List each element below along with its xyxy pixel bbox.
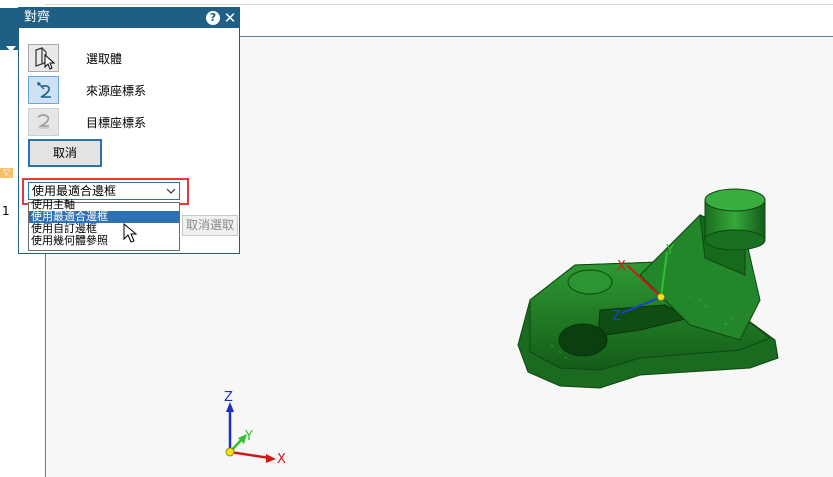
bounding-box-select-value: 使用最適合邊框 <box>32 184 117 198</box>
deselect-button[interactable]: 取消選取 <box>182 215 238 236</box>
triad-x-label: X <box>277 452 286 467</box>
dropdown-option[interactable]: 使用幾何體參照 <box>29 235 179 247</box>
triad-y-label: Y <box>244 429 253 444</box>
target-csys-button[interactable] <box>28 108 59 136</box>
mouse-cursor-icon <box>123 223 138 243</box>
model-axis-x-label: X <box>617 259 626 274</box>
source-csys-button[interactable] <box>28 76 59 104</box>
select-body-icon <box>35 47 56 70</box>
bounding-box-select[interactable]: 使用最適合邊框 <box>28 182 180 200</box>
model-axis-z-label: Z <box>612 309 621 324</box>
select-body-label: 選取體 <box>86 52 123 66</box>
dropdown-option[interactable]: 使用主軸 <box>29 199 179 211</box>
bounding-box-dropdown: 使用主軸 使用最適合邊框 使用自訂邊框 使用幾何體參照 <box>28 199 180 251</box>
align-dialog: 對齊 ? ✕ 選取體 來源座標系 目標座標系 取消 使用最適合邊框 使用主軸 使… <box>18 7 240 254</box>
help-icon[interactable]: ? <box>206 11 220 25</box>
cancel-button[interactable]: 取消 <box>28 139 102 167</box>
target-csys-icon <box>37 114 50 129</box>
close-icon[interactable]: ✕ <box>223 9 237 27</box>
dropdown-option-selected[interactable]: 使用最適合邊框 <box>29 211 179 223</box>
source-csys-label: 來源座標系 <box>86 84 147 98</box>
chevron-down-icon <box>166 188 176 194</box>
source-csys-icon <box>37 82 51 98</box>
model-axis-y-label: Y <box>665 243 674 258</box>
dropdown-option[interactable]: 使用自訂邊框 <box>29 223 179 235</box>
select-body-button[interactable] <box>28 44 59 72</box>
target-csys-label: 目標座標系 <box>86 116 147 130</box>
dialog-title-bar[interactable]: 對齊 ? ✕ <box>19 8 239 28</box>
dialog-title: 對齊 <box>24 10 51 25</box>
triad-z-label: Z <box>224 390 233 405</box>
